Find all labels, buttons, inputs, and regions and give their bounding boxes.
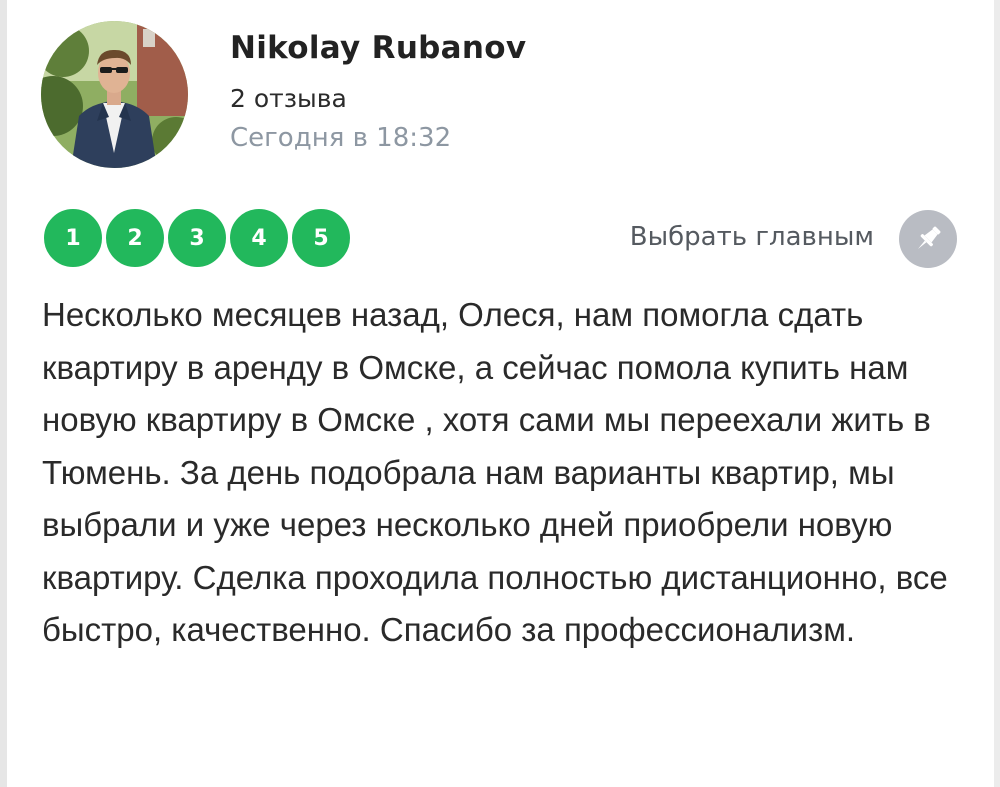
- pin-icon: [917, 226, 941, 250]
- make-main-button[interactable]: [899, 210, 957, 268]
- review-text: Несколько месяцев назад, Олеся, нам помо…: [42, 296, 948, 648]
- rating-selector: 1 2 3 4 5: [42, 207, 362, 269]
- review-date: Сегодня в 18:32: [230, 123, 452, 153]
- rating-dot-5[interactable]: 5: [290, 207, 352, 269]
- review-card: Nikolay Rubanov 2 отзыва Сегодня в 18:32…: [0, 0, 1000, 787]
- make-main-label[interactable]: Выбрать главным: [630, 222, 874, 252]
- avatar-photo: [41, 21, 188, 168]
- author-name[interactable]: Nikolay Rubanov: [230, 30, 526, 66]
- rating-dot-1[interactable]: 1: [42, 207, 104, 269]
- rating-dot-3[interactable]: 3: [166, 207, 228, 269]
- rating-dot-2[interactable]: 2: [104, 207, 166, 269]
- rating-dot-4[interactable]: 4: [228, 207, 290, 269]
- avatar[interactable]: [41, 21, 188, 168]
- review-count: 2 отзыва: [230, 84, 347, 113]
